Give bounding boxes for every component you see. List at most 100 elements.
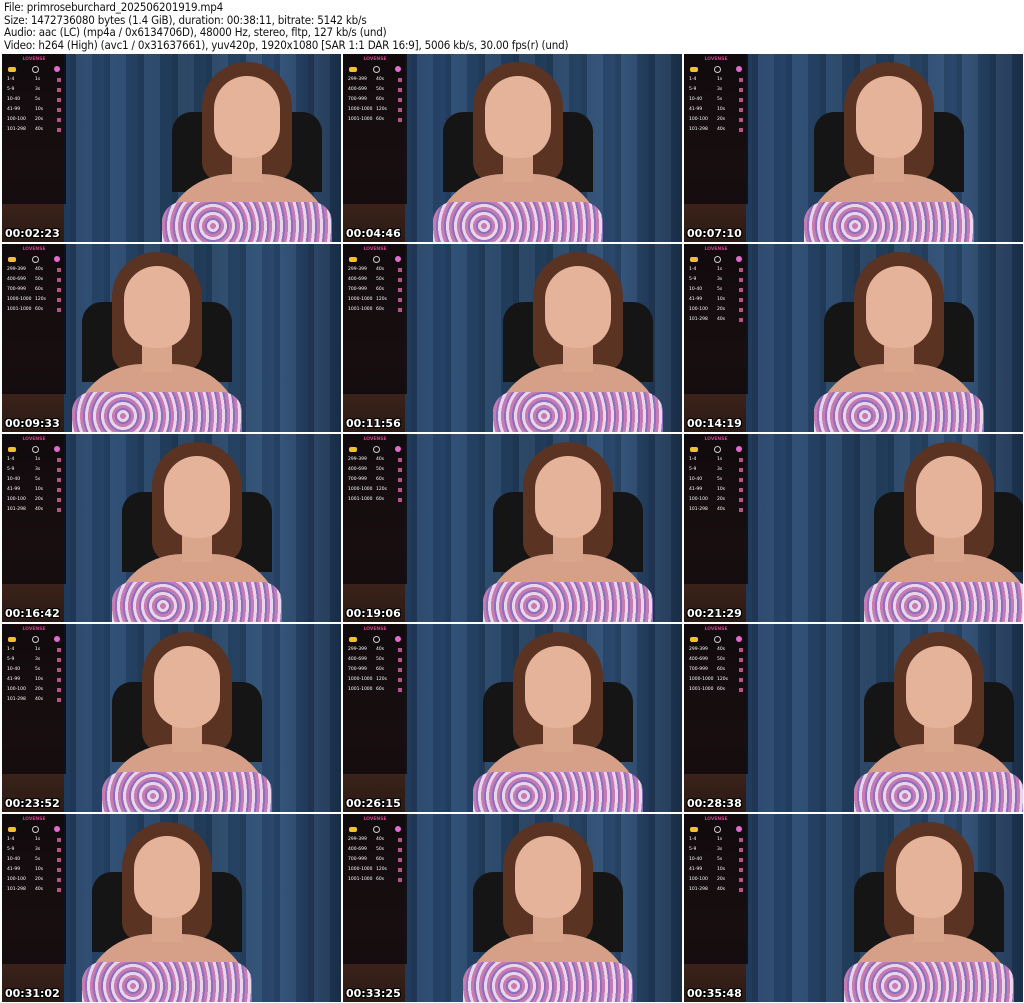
- overlay-row: 10-40 5s: [2, 855, 66, 865]
- level-icon: [739, 498, 743, 502]
- person: [483, 252, 673, 432]
- clock-icon: [31, 825, 39, 833]
- level-icon: [739, 678, 743, 682]
- level-icon: [739, 508, 743, 512]
- video-thumbnail: LOVENSE 299-399 40s 400-699 50s 700-999 60s 100…: [684, 624, 1023, 812]
- level-icon: [57, 878, 61, 882]
- vibration-icon: [395, 446, 401, 452]
- overlay-brand: LOVENSE: [704, 247, 728, 252]
- level-icon: [57, 658, 61, 662]
- person: [854, 442, 1023, 622]
- level-icon: [398, 478, 402, 482]
- lovense-overlay: LOVENSE 1-4 1s 5-9 3s 10-40 5s 41-99 10s 100-100 2…: [2, 624, 66, 774]
- level-icon: [398, 468, 402, 472]
- video-info: Video: h264 (High) (avc1 / 0x31637661), …: [4, 37, 569, 52]
- level-icon: [739, 838, 743, 842]
- timestamp: 00:11:56: [346, 417, 401, 430]
- overlay-row: 299-399 40s: [343, 645, 407, 655]
- overlay-row: 299-399 40s: [343, 455, 407, 465]
- tokens-icon: [690, 256, 698, 262]
- overlay-row: 10-40 5s: [684, 475, 748, 485]
- overlay-row: 1000-1000 120s: [343, 485, 407, 495]
- overlay-row: 1001-1000 60s: [2, 305, 66, 315]
- person: [152, 62, 341, 242]
- level-icon: [739, 98, 743, 102]
- overlay-row: 299-399 40s: [343, 265, 407, 275]
- level-icon: [739, 318, 743, 322]
- lovense-overlay: LOVENSE 299-399 40s 400-699 50s 700-999 60s 100…: [343, 814, 407, 964]
- level-icon: [398, 658, 402, 662]
- level-icon: [57, 458, 61, 462]
- timestamp: 00:02:23: [5, 227, 60, 240]
- video-thumbnail: LOVENSE 1-4 1s 5-9 3s 10-40 5s 41-99 10s 100-100 2…: [2, 434, 341, 622]
- lovense-overlay: LOVENSE 1-4 1s 5-9 3s 10-40 5s 41-99 10s 100-100 2…: [684, 814, 748, 964]
- timestamp: 00:14:19: [687, 417, 742, 430]
- level-icon: [57, 128, 61, 132]
- vibration-icon: [54, 826, 60, 832]
- level-icon: [739, 288, 743, 292]
- level-icon: [398, 268, 402, 272]
- overlay-row: 1000-1000 120s: [343, 675, 407, 685]
- person: [794, 62, 984, 242]
- level-icon: [57, 308, 61, 312]
- level-icon: [398, 648, 402, 652]
- video-thumbnail: LOVENSE 1-4 1s 5-9 3s 10-40 5s 41-99 10s 100-100 2…: [2, 624, 341, 812]
- tokens-icon: [690, 826, 698, 832]
- overlay-row: 5-9 3s: [2, 845, 66, 855]
- overlay-row: 1-4 1s: [684, 265, 748, 275]
- overlay-row: 5-9 3s: [2, 655, 66, 665]
- level-icon: [398, 878, 402, 882]
- level-icon: [739, 278, 743, 282]
- overlay-row: 100-100 20s: [684, 115, 748, 125]
- overlay-row: 5-9 3s: [684, 465, 748, 475]
- overlay-row: 41-99 10s: [2, 105, 66, 115]
- level-icon: [398, 288, 402, 292]
- tokens-icon: [690, 446, 698, 452]
- level-icon: [57, 848, 61, 852]
- overlay-row: 101-298 40s: [684, 885, 748, 895]
- tokens-icon: [349, 66, 357, 72]
- level-icon: [57, 468, 61, 472]
- overlay-brand: LOVENSE: [363, 817, 387, 822]
- overlay-row: 100-100 20s: [684, 495, 748, 505]
- video-thumbnail: LOVENSE 299-399 40s 400-699 50s 700-999 60s 100…: [343, 434, 682, 622]
- overlay-row: 1-4 1s: [2, 645, 66, 655]
- overlay-row: 700-999 60s: [2, 285, 66, 295]
- overlay-row: 5-9 3s: [684, 845, 748, 855]
- overlay-row: 1-4 1s: [684, 455, 748, 465]
- person: [62, 252, 252, 432]
- overlay-row: 101-298 40s: [684, 315, 748, 325]
- person: [92, 632, 282, 812]
- timestamp: 00:23:52: [5, 797, 60, 810]
- level-icon: [57, 888, 61, 892]
- overlay-row: 100-100 20s: [2, 685, 66, 695]
- level-icon: [57, 478, 61, 482]
- level-icon: [57, 118, 61, 122]
- level-icon: [398, 498, 402, 502]
- video-thumbnail: LOVENSE 1-4 1s 5-9 3s 10-40 5s 41-99 10s 100-100 2…: [684, 244, 1023, 432]
- overlay-row: 41-99 10s: [684, 295, 748, 305]
- tokens-icon: [8, 826, 16, 832]
- thumbnail-grid: LOVENSE 1-4 1s 5-9 3s 10-40 5s 41-99 10s 100-100 2…: [2, 54, 1023, 1003]
- overlay-row: 1000-1000 120s: [343, 865, 407, 875]
- tokens-icon: [349, 446, 357, 452]
- level-icon: [57, 298, 61, 302]
- tokens-icon: [349, 256, 357, 262]
- overlay-row: 10-40 5s: [684, 855, 748, 865]
- overlay-row: 1001-1000 60s: [343, 495, 407, 505]
- level-icon: [57, 508, 61, 512]
- clock-icon: [713, 635, 721, 643]
- overlay-row: 1001-1000 60s: [684, 685, 748, 695]
- tokens-icon: [349, 826, 357, 832]
- overlay-row: 100-100 20s: [2, 875, 66, 885]
- overlay-brand: LOVENSE: [363, 437, 387, 442]
- clock-icon: [372, 255, 380, 263]
- level-icon: [739, 458, 743, 462]
- overlay-row: 299-399 40s: [2, 265, 66, 275]
- level-icon: [398, 108, 402, 112]
- lovense-overlay: LOVENSE 299-399 40s 400-699 50s 700-999 60s 100…: [343, 244, 407, 394]
- timestamp: 00:33:25: [346, 987, 401, 1000]
- overlay-row: 10-40 5s: [684, 95, 748, 105]
- overlay-row: 41-99 10s: [2, 675, 66, 685]
- overlay-row: 1001-1000 60s: [343, 115, 407, 125]
